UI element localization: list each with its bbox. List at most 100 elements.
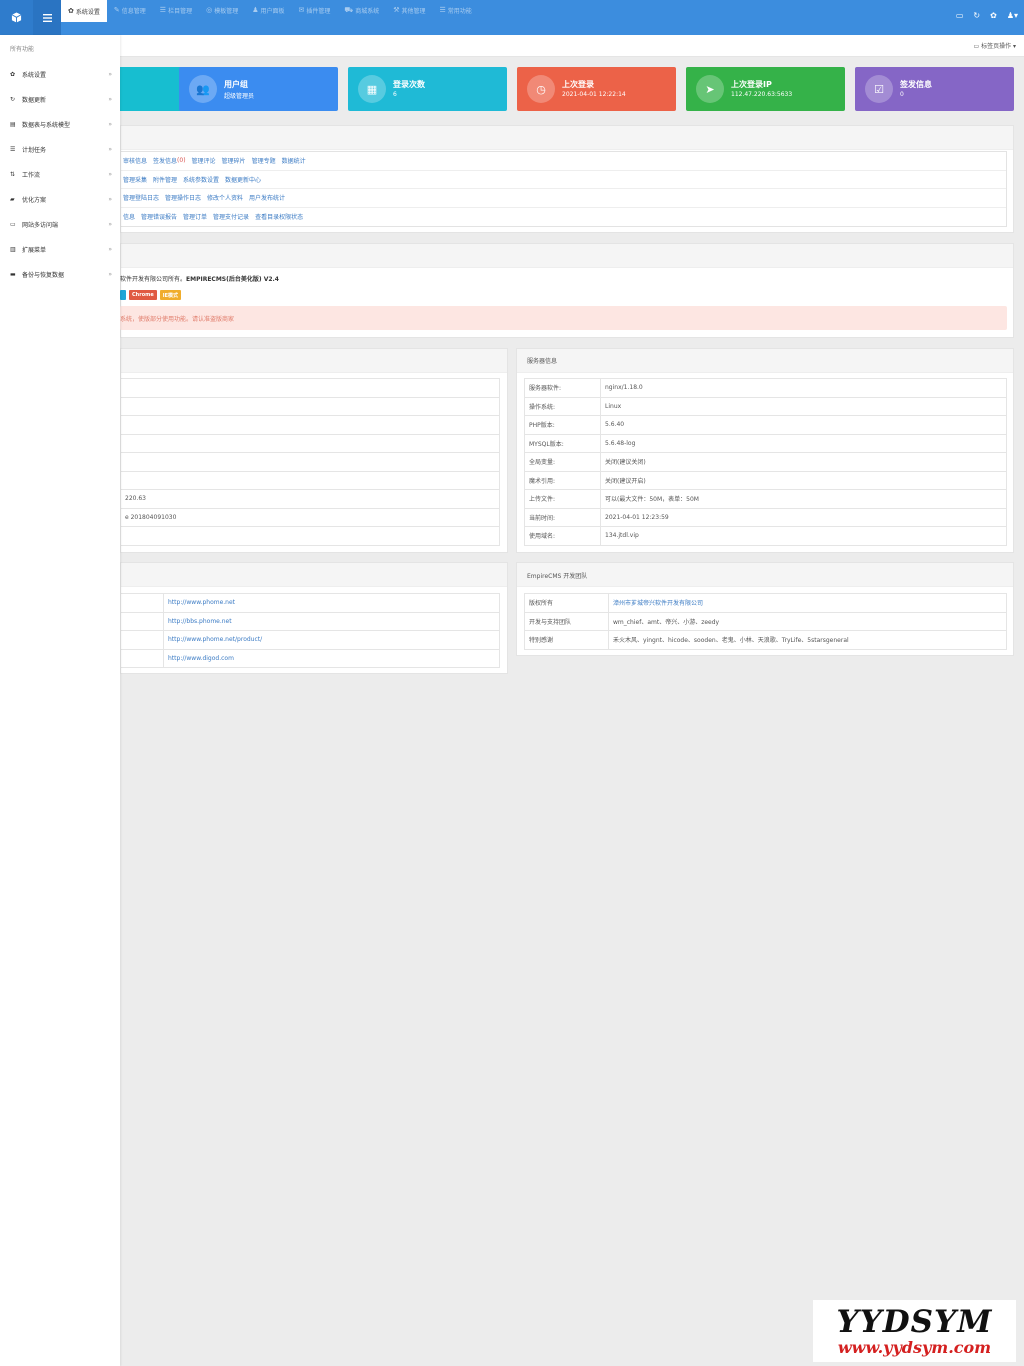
info-value: 2021-04-01 12:23:59 xyxy=(600,507,1007,527)
quick-link[interactable]: 管理碎片 xyxy=(222,156,246,165)
info-value xyxy=(120,470,500,490)
sidebar-item-7[interactable]: ▥ 扩展菜单 » xyxy=(0,237,120,262)
panel-header xyxy=(517,563,1013,587)
quick-link[interactable]: 系统参数设置 xyxy=(183,175,219,184)
sidebar-item-label: 工作流 xyxy=(22,172,41,179)
nav-tab-label: 插件管理 xyxy=(306,7,331,15)
quick-link[interactable]: 管理登陆日志 xyxy=(123,193,159,202)
sidebar-item-label: 优化方案 xyxy=(22,197,47,204)
quick-link[interactable]: 用户发布统计 xyxy=(249,193,285,202)
sidebar-item-2[interactable]: ▤ 数据表与系统模型 » xyxy=(0,112,120,137)
chevron-right-icon: » xyxy=(108,121,112,128)
quick-link[interactable]: 修改个人资料 xyxy=(207,193,243,202)
table-row: 使用域名: 134.jtdl.vip xyxy=(524,526,1007,546)
logo-cube-icon[interactable] xyxy=(0,0,33,35)
tab-operations-button[interactable]: ▭ 标签页操作 ▾ xyxy=(973,41,1016,50)
user-menu-icon[interactable]: ♟▾ xyxy=(1007,11,1018,20)
table-row: MYSQL版本: 5.6.48-log xyxy=(524,433,1007,453)
nav-tab-label: 系统设置 xyxy=(75,8,100,16)
quick-link[interactable]: 数据更新中心 xyxy=(225,175,261,184)
table-row: 特别感谢 禾火木风、yingnt、hicode、sooden、老鬼、小林、天浪歌、… xyxy=(524,630,1007,650)
info-value xyxy=(120,433,500,453)
team-key: 开发与支持团队 xyxy=(524,611,609,631)
table-row: 当前时间: 2021-04-01 12:23:59 xyxy=(524,507,1007,527)
book-icon: ▰ xyxy=(10,196,15,203)
refresh-icon[interactable]: ↻ xyxy=(973,11,980,20)
panel-header xyxy=(121,126,1013,150)
stat-value: 0 xyxy=(900,91,904,98)
monitor-icon[interactable]: ▭ xyxy=(956,11,964,20)
table-row: e 201804091030 xyxy=(120,507,500,527)
nav-tab-0[interactable]: ✿ 系统设置 xyxy=(61,0,107,22)
sidebar-item-0[interactable]: ✿ 系统设置 » xyxy=(0,62,120,87)
quick-link[interactable]: 查看目录权限状态 xyxy=(255,212,303,221)
tasks-icon: ☰ xyxy=(10,146,16,153)
info-key: 操作系统: xyxy=(524,396,601,416)
list-icon: ☰ xyxy=(439,6,446,14)
info-value: 220.63 xyxy=(120,489,500,509)
official-link[interactable]: http://bbs.phome.net xyxy=(168,618,232,625)
official-link[interactable]: http://www.phome.net xyxy=(168,599,235,606)
quick-link[interactable]: 签发信息 xyxy=(153,156,177,165)
count-badge: (0) xyxy=(177,157,186,165)
nav-tab-7[interactable]: ⚒ 其他管理 xyxy=(386,0,432,20)
quick-link[interactable]: 管理错误报告 xyxy=(141,212,177,221)
team-title: EmpireCMS 开发团队 xyxy=(527,573,588,580)
info-value: 可以(最大文件：50M，表单：50M xyxy=(600,489,1007,509)
nav-tab-1[interactable]: ✎ 信息管理 xyxy=(107,0,153,20)
sidebar-item-5[interactable]: ▰ 优化方案 » xyxy=(0,187,120,212)
sidebar-item-6[interactable]: ▭ 网站多访问端 » xyxy=(0,212,120,237)
gear-icon[interactable]: ✿ xyxy=(990,11,997,20)
stat-title: 用户组 xyxy=(224,80,248,89)
quick-link[interactable]: 管理专题 xyxy=(252,156,276,165)
quick-link-row: 管理登陆日志 管理操作日志 修改个人资料 用户发布统计 xyxy=(121,189,1006,208)
link-key xyxy=(120,630,164,650)
info-key: 全局变量: xyxy=(524,452,601,472)
chevron-right-icon: » xyxy=(108,221,112,228)
quick-link[interactable]: 审核信息 xyxy=(123,156,147,165)
info-key: MYSQL版本: xyxy=(524,433,601,453)
quick-link[interactable]: 管理评论 xyxy=(192,156,216,165)
watermark-url: www.yydsym.com xyxy=(837,1338,992,1357)
sidebar-item-label: 扩展菜单 xyxy=(22,247,47,254)
quick-link[interactable]: 管理支付记录 xyxy=(213,212,249,221)
quick-link[interactable]: 信息 xyxy=(123,212,135,221)
team-value[interactable]: 漳州市芗城帝兴软件开发有限公司 xyxy=(608,593,1007,613)
link-key xyxy=(120,611,164,631)
menu-toggle-icon[interactable] xyxy=(33,0,61,35)
user-icon: ♟ xyxy=(252,6,259,14)
info-value: 5.6.40 xyxy=(600,415,1007,435)
stat-title: 上次登录 xyxy=(562,80,594,89)
official-link[interactable]: http://www.phome.net/product/ xyxy=(168,636,262,643)
quick-link[interactable]: 附件管理 xyxy=(153,175,177,184)
pencil-icon: ✎ xyxy=(113,6,120,14)
info-value: Linux xyxy=(600,396,1007,416)
table-row xyxy=(120,378,500,398)
sidebar-item-8[interactable]: ▬ 备份与恢复数据 » xyxy=(0,262,120,287)
copyright-link[interactable]: 漳州市芗城帝兴软件开发有限公司 xyxy=(613,600,703,607)
official-link[interactable]: http://www.digod.com xyxy=(168,655,234,662)
nav-tab-6[interactable]: ⛟ 商城系统 xyxy=(337,0,386,20)
team-table: 版权所有 漳州市芗城帝兴软件开发有限公司 开发与支持团队 wm_chief、amt、帝… xyxy=(524,593,1007,650)
nav-tab-5[interactable]: ✉ 插件管理 xyxy=(292,0,338,20)
nav-tab-8[interactable]: ☰ 常用功能 xyxy=(433,0,479,20)
chevron-right-icon: » xyxy=(108,271,112,278)
nav-tab-4[interactable]: ♟ 用户面板 xyxy=(245,0,291,20)
quick-link[interactable]: 数据统计 xyxy=(282,156,306,165)
sidebar-item-4[interactable]: ⇅ 工作流 » xyxy=(0,162,120,187)
nav-tab-2[interactable]: ☰ 栏目管理 xyxy=(153,0,199,20)
nav-tab-3[interactable]: ◎ 模板管理 xyxy=(199,0,245,20)
sidebar-item-1[interactable]: ↻ 数据更新 » xyxy=(0,87,120,112)
sidebar-item-label: 数据更新 xyxy=(22,97,47,104)
chevron-right-icon: » xyxy=(108,96,112,103)
quick-link[interactable]: 管理操作日志 xyxy=(165,193,201,202)
sidebar-item-3[interactable]: ☰ 计划任务 » xyxy=(0,137,120,162)
panel-header xyxy=(121,244,1013,268)
table-row: 上传文件: 可以(最大文件：50M，表单：50M xyxy=(524,489,1007,509)
refresh-icon: ↻ xyxy=(10,96,16,103)
quick-link[interactable]: 管理采集 xyxy=(123,175,147,184)
browser-badge: IE模式 xyxy=(159,290,182,300)
quick-link[interactable]: 管理订单 xyxy=(183,212,207,221)
stat-icon: ◷ xyxy=(527,75,555,103)
browser-badge xyxy=(120,290,126,300)
